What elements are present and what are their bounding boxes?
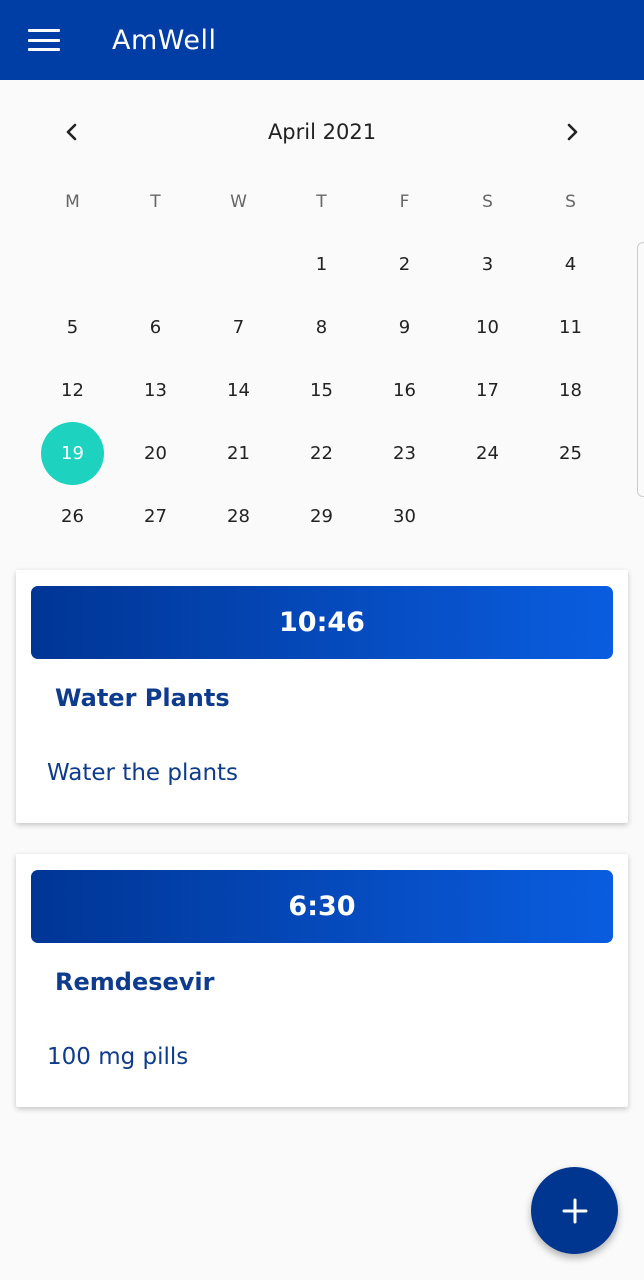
calendar-day-label: 25 — [559, 443, 582, 464]
calendar-empty-cell — [31, 233, 114, 296]
calendar-empty-cell — [197, 233, 280, 296]
weekday-label: M — [65, 192, 80, 212]
calendar-day[interactable]: 10 — [446, 296, 529, 359]
reminder-time: 10:46 — [31, 586, 613, 659]
calendar-day-label: 18 — [559, 380, 582, 401]
weekday-label: S — [565, 192, 576, 212]
calendar-day[interactable]: 14 — [197, 359, 280, 422]
calendar-day[interactable]: 12 — [31, 359, 114, 422]
calendar-day[interactable]: 11 — [529, 296, 612, 359]
weekday-label: F — [399, 192, 410, 212]
calendar-day[interactable]: 16 — [363, 359, 446, 422]
calendar-day[interactable]: 22 — [280, 422, 363, 485]
calendar-day-label: 23 — [393, 443, 416, 464]
calendar-day-label: 6 — [149, 317, 162, 338]
weekday-label: T — [316, 192, 327, 212]
add-reminder-button[interactable] — [531, 1167, 618, 1254]
calendar-day-label: 13 — [144, 380, 167, 401]
calendar-day-label: 3 — [481, 254, 494, 275]
calendar-day-label: 14 — [227, 380, 250, 401]
calendar-day-selected[interactable]: 19 — [31, 422, 114, 485]
calendar-day-label: 10 — [476, 317, 499, 338]
reminder-time: 6:30 — [31, 870, 613, 943]
calendar-day[interactable]: 7 — [197, 296, 280, 359]
calendar-day[interactable]: 27 — [114, 485, 197, 548]
reminder-title: Water Plants — [55, 684, 230, 712]
side-drawer-handle[interactable] — [637, 242, 644, 497]
reminder-description: Water the plants — [47, 760, 239, 786]
calendar-day[interactable]: 2 — [363, 233, 446, 296]
weekday-label: S — [482, 192, 493, 212]
calendar-day[interactable]: 25 — [529, 422, 612, 485]
calendar-day-label: 17 — [476, 380, 499, 401]
calendar-day[interactable]: 3 — [446, 233, 529, 296]
plus-icon — [562, 1198, 587, 1223]
calendar-day-label: 11 — [559, 317, 582, 338]
calendar-day[interactable]: 23 — [363, 422, 446, 485]
calendar-day-label: 16 — [393, 380, 416, 401]
calendar-header: April 2021 — [0, 112, 644, 152]
calendar-day[interactable]: 6 — [114, 296, 197, 359]
calendar-day[interactable]: 26 — [31, 485, 114, 548]
calendar-day-label: 26 — [61, 506, 84, 527]
calendar-day-label: 28 — [227, 506, 250, 527]
app-title: AmWell — [112, 24, 217, 56]
day-grid: 1 2 3 4 5 6 7 8 9 10 11 12 13 14 15 16 17 18 19 20 21 22 23 24 2… — [31, 233, 612, 548]
calendar-day[interactable]: 13 — [114, 359, 197, 422]
calendar-day[interactable]: 8 — [280, 296, 363, 359]
calendar: April 2021 M T W T F S S 1 2 3 4 5 6 7 8 9 10 11 12… — [0, 80, 644, 560]
calendar-day-label: 30 — [393, 506, 416, 527]
calendar-day-label: 12 — [61, 380, 84, 401]
month-label: April 2021 — [267, 120, 377, 144]
calendar-day[interactable]: 30 — [363, 485, 446, 548]
calendar-day-label: 8 — [315, 317, 328, 338]
calendar-day[interactable]: 15 — [280, 359, 363, 422]
reminder-title: Remdesevir — [55, 968, 215, 996]
calendar-day[interactable]: 21 — [197, 422, 280, 485]
chevron-right-icon[interactable] — [560, 120, 584, 144]
calendar-day-label: 27 — [144, 506, 167, 527]
weekday-label: T — [150, 192, 161, 212]
calendar-day-label: 15 — [310, 380, 333, 401]
menu-icon[interactable] — [28, 29, 60, 51]
calendar-day-label: 20 — [144, 443, 167, 464]
reminder-card[interactable]: 10:46 Water Plants Water the plants — [16, 570, 628, 823]
weekday-label: W — [230, 192, 247, 212]
weekday-header: M T W T F S S — [31, 192, 612, 222]
calendar-day-label: 7 — [232, 317, 245, 338]
calendar-day[interactable]: 18 — [529, 359, 612, 422]
calendar-day-label: 4 — [564, 254, 577, 275]
calendar-day[interactable]: 5 — [31, 296, 114, 359]
calendar-day[interactable]: 20 — [114, 422, 197, 485]
calendar-day-label: 5 — [66, 317, 79, 338]
reminder-description: 100 mg pills — [47, 1044, 189, 1070]
calendar-day[interactable]: 9 — [363, 296, 446, 359]
calendar-day-label: 19 — [41, 422, 104, 485]
calendar-day[interactable]: 29 — [280, 485, 363, 548]
calendar-empty-cell — [114, 233, 197, 296]
app-bar: AmWell — [0, 0, 644, 80]
calendar-day[interactable]: 4 — [529, 233, 612, 296]
calendar-day[interactable]: 17 — [446, 359, 529, 422]
calendar-day[interactable]: 28 — [197, 485, 280, 548]
calendar-day-label: 29 — [310, 506, 333, 527]
calendar-day[interactable]: 24 — [446, 422, 529, 485]
calendar-day-label: 21 — [227, 443, 250, 464]
chevron-left-icon[interactable] — [60, 120, 84, 144]
calendar-day-label: 2 — [398, 254, 411, 275]
calendar-day-label: 1 — [315, 254, 328, 275]
reminder-card[interactable]: 6:30 Remdesevir 100 mg pills — [16, 854, 628, 1107]
calendar-day[interactable]: 1 — [280, 233, 363, 296]
calendar-day-label: 9 — [398, 317, 411, 338]
calendar-day-label: 22 — [310, 443, 333, 464]
calendar-day-label: 24 — [476, 443, 499, 464]
